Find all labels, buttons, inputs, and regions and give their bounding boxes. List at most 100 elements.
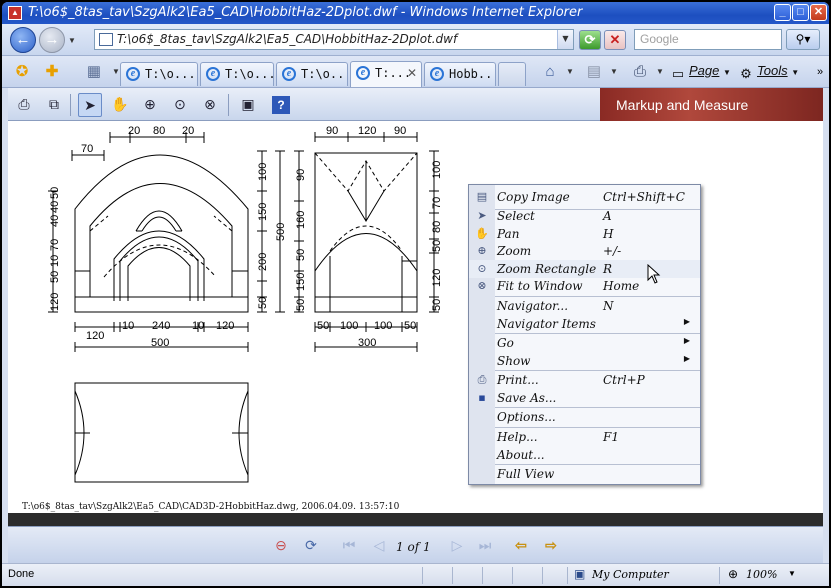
close-button[interactable]: ✕ xyxy=(810,4,827,21)
address-input[interactable]: T:\o6$_8tas_tav\SzgAlk2\Ea5_CAD\HobbitHa… xyxy=(94,29,574,50)
minimize-button[interactable]: _ xyxy=(774,4,791,21)
tab-bar: ✪ ✚ ▦ ▼ e T:\o... e T:\o... e T:\o... e … xyxy=(2,56,829,88)
back-button[interactable]: ← xyxy=(10,27,36,53)
menu-item-fit-to-window[interactable]: ⊗ Fit to Window Home xyxy=(469,277,700,295)
menu-item-full-view[interactable]: Full View xyxy=(469,465,700,483)
zoom-icon[interactable]: ⊕ xyxy=(138,93,162,117)
menu-item-navigator-items[interactable]: Navigator Items ▶ xyxy=(469,315,700,333)
navigator-icon[interactable]: ▣ xyxy=(236,93,260,117)
menu-shortcut: R xyxy=(603,262,613,276)
menu-item-print[interactable]: ⎙ Print... Ctrl+P xyxy=(469,371,700,389)
menu-label: Fit to Window xyxy=(497,279,583,293)
print-dropdown-icon[interactable]: ▼ xyxy=(650,62,670,82)
menu-item-zoom-rectangle[interactable]: ⊙ Zoom Rectangle R xyxy=(469,260,700,278)
maximize-button[interactable]: □ xyxy=(792,4,809,21)
status-divider xyxy=(452,567,453,584)
tab-1[interactable]: e T:\o... xyxy=(120,62,198,86)
toolbar-overflow-icon[interactable]: » xyxy=(810,62,829,82)
dim-front-bottom-5: 120 xyxy=(216,320,234,332)
submenu-arrow-icon: ▶ xyxy=(683,317,690,326)
menu-item-zoom[interactable]: ⊕ Zoom +/- xyxy=(469,242,700,260)
markup-measure-banner[interactable]: Markup and Measure xyxy=(600,88,823,121)
status-divider xyxy=(719,567,720,584)
search-input[interactable]: Google xyxy=(634,29,782,50)
dim-side-right-3: 80 xyxy=(431,221,443,233)
stop-loading-icon[interactable]: ⊖ xyxy=(270,535,292,557)
feeds-icon[interactable]: ▤ xyxy=(584,62,604,82)
dim-front-left-1: 120 xyxy=(49,293,61,311)
home-icon[interactable]: ⌂ xyxy=(540,62,560,82)
new-tab-button[interactable] xyxy=(498,62,526,86)
dim-front-top-3: 20 xyxy=(182,125,194,137)
feeds-dropdown-icon[interactable]: ▼ xyxy=(604,62,624,82)
select-arrow-icon[interactable]: ➤ xyxy=(78,93,102,117)
tab-label: T:\o... xyxy=(301,67,348,81)
dim-front-top-2: 80 xyxy=(153,125,165,137)
copy-image-icon[interactable]: ⧉ xyxy=(42,93,66,117)
dim-side-right-2: 70 xyxy=(431,197,443,209)
print-icon[interactable]: ⎙ xyxy=(630,62,650,82)
forward-view-icon[interactable]: ⇨ xyxy=(540,535,562,557)
tab-5[interactable]: e Hobb... xyxy=(424,62,496,86)
favorites-star-icon[interactable]: ✪ xyxy=(12,62,32,82)
menu-item-help[interactable]: Help... F1 xyxy=(469,428,700,446)
menu-item-about[interactable]: About... xyxy=(469,446,700,464)
menu-item-pan[interactable]: ✋ Pan H xyxy=(469,225,700,243)
last-page-icon[interactable]: ⏭ xyxy=(474,535,496,557)
previous-page-icon[interactable]: ◁ xyxy=(368,535,390,557)
search-button[interactable]: ⚲▾ xyxy=(786,29,820,50)
first-page-icon[interactable]: ⏮ xyxy=(338,535,360,557)
status-divider xyxy=(542,567,543,584)
browser-window: ▲ T:\o6$_8tas_tav\SzgAlk2\Ea5_CAD\Hobbit… xyxy=(2,2,829,586)
dim-front-left-6: 40 xyxy=(49,201,61,213)
address-dropdown-icon[interactable]: ▼ xyxy=(557,30,573,49)
dim-front-right-3: 200 xyxy=(257,253,269,271)
history-dropdown-icon[interactable]: ▼ xyxy=(68,36,76,45)
dim-front-bottom-1: 120 xyxy=(86,330,104,342)
stop-button[interactable]: ✕ xyxy=(604,30,626,50)
zoom-rectangle-icon: ⊙ xyxy=(477,262,487,275)
quick-tabs-icon[interactable]: ▦ xyxy=(84,62,104,82)
pan-hand-icon[interactable]: ✋ xyxy=(108,93,132,117)
menu-item-copy-image[interactable]: ▤ Copy Image Ctrl+Shift+C xyxy=(469,188,700,206)
page-indicator: 1 of 1 xyxy=(396,540,431,554)
forward-button[interactable]: → xyxy=(39,27,65,53)
home-dropdown-icon[interactable]: ▼ xyxy=(560,62,580,82)
tools-menu[interactable]: ⚙ Tools ▼ xyxy=(738,63,799,82)
dim-side-right-1: 100 xyxy=(431,161,443,179)
dim-front-top-1: 20 xyxy=(128,125,140,137)
print-viewer-icon[interactable]: ⎙ xyxy=(12,93,36,117)
menu-item-show[interactable]: Show ▶ xyxy=(469,352,700,370)
menu-item-navigator[interactable]: Navigator... N xyxy=(469,297,700,315)
menu-label: Options... xyxy=(497,410,556,424)
tab-close-icon[interactable]: ✕ xyxy=(407,66,417,80)
status-divider xyxy=(482,567,483,584)
dim-front-total-width: 500 xyxy=(151,337,169,349)
tab-3[interactable]: e T:\o... xyxy=(276,62,348,86)
page-of-label: of xyxy=(407,540,420,554)
page-menu[interactable]: ▭ Page ▼ xyxy=(670,63,731,82)
menu-shortcut: Ctrl+Shift+C xyxy=(603,190,685,204)
zoom-magnifier-icon[interactable]: ⊕ xyxy=(728,567,738,581)
zoom-rectangle-icon[interactable]: ⊙ xyxy=(168,93,192,117)
tab-2[interactable]: e T:\o... xyxy=(200,62,274,86)
refresh-page-icon[interactable]: ⟳ xyxy=(300,535,322,557)
toolbar-separator xyxy=(228,94,229,116)
next-page-icon[interactable]: ▷ xyxy=(446,535,468,557)
zoom-level[interactable]: 100% xyxy=(746,568,777,581)
dim-side-left-2: 160 xyxy=(295,211,307,229)
dim-front-left-top: 70 xyxy=(81,143,93,155)
status-divider xyxy=(567,567,568,584)
zoom-dropdown-icon[interactable]: ▼ xyxy=(788,569,796,578)
help-icon[interactable]: ? xyxy=(272,96,290,114)
add-favorites-icon[interactable]: ✚ xyxy=(42,62,62,82)
menu-item-save-as[interactable]: ▪ Save As... xyxy=(469,389,700,407)
menu-item-options[interactable]: Options... xyxy=(469,408,700,426)
refresh-button[interactable]: ⟳ xyxy=(579,30,601,50)
back-view-icon[interactable]: ⇦ xyxy=(510,535,532,557)
menu-item-select[interactable]: ➤ Select A xyxy=(469,207,700,225)
menu-item-go[interactable]: Go ▶ xyxy=(469,334,700,352)
tab-active[interactable]: e T:... ✕ xyxy=(350,61,422,87)
menu-shortcut: Ctrl+P xyxy=(603,373,645,387)
fit-window-icon[interactable]: ⊗ xyxy=(198,93,222,117)
